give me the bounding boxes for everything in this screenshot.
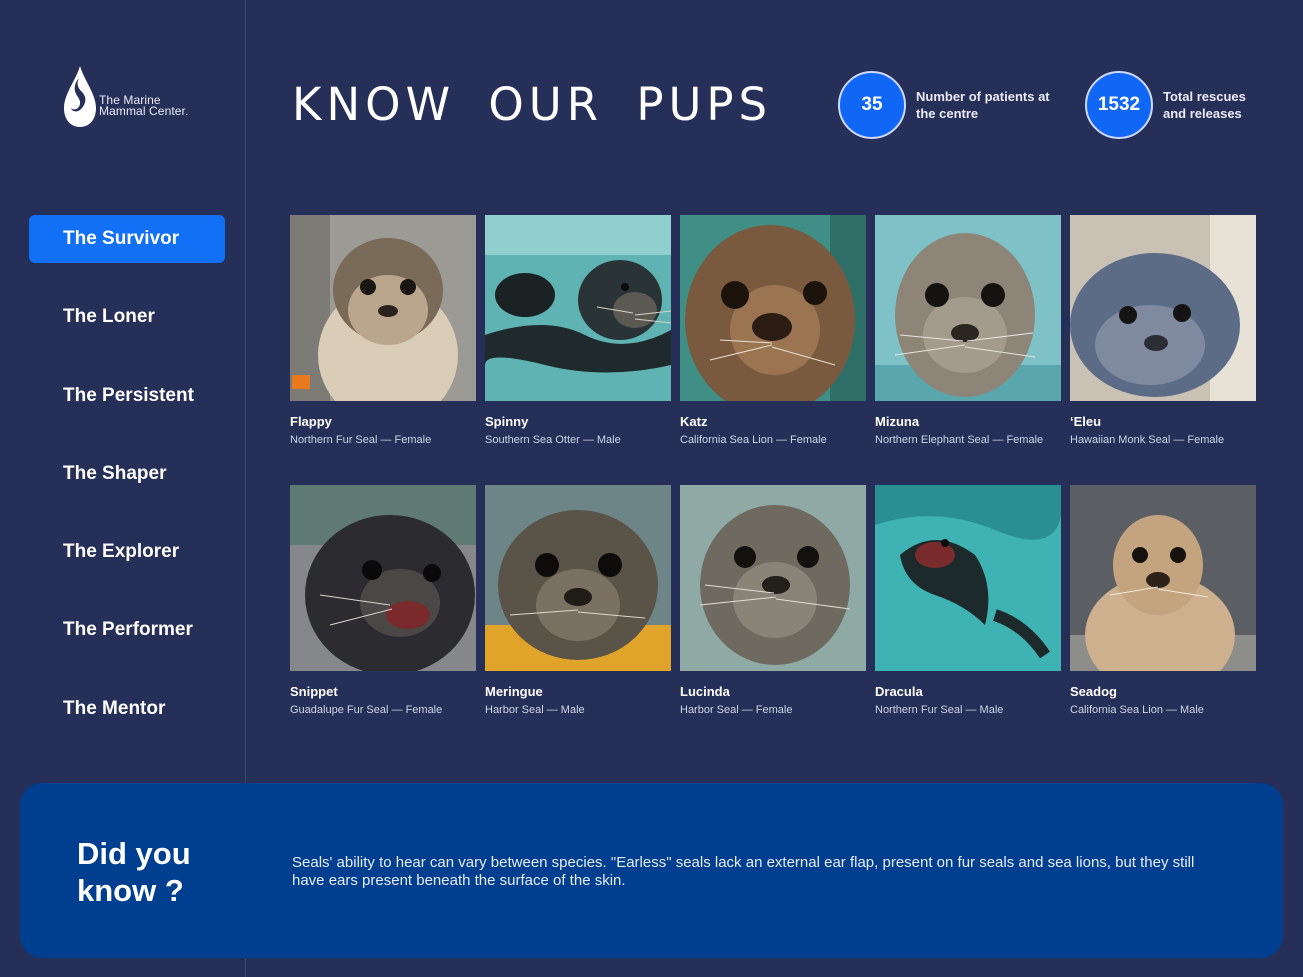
- pup-name: Snippet: [290, 684, 338, 699]
- pup-name: ‘Eleu: [1070, 414, 1102, 429]
- did-you-know-title: Did you know ?: [77, 836, 191, 908]
- pup-card-katz[interactable]: Katz California Sea Lion — Female: [680, 215, 866, 446]
- nav-item-the-loner[interactable]: The Loner: [29, 293, 225, 341]
- pup-card-dracula[interactable]: Dracula Northern Fur Seal — Male: [875, 485, 1061, 716]
- pup-photo[interactable]: [485, 485, 671, 671]
- pup-species: Northern Fur Seal — Male: [875, 704, 1004, 716]
- sidebar-nav: The Survivor The Loner The Persistent Th…: [29, 215, 225, 763]
- pup-species: Northern Elephant Seal — Female: [875, 434, 1044, 446]
- pup-card-lucinda[interactable]: Lucinda Harbor Seal — Female: [680, 485, 866, 716]
- pup-species: Hawaiian Monk Seal — Female: [1070, 434, 1225, 446]
- stat-patients: 35 Number of patients at the centre: [838, 70, 1051, 140]
- pup-name: Seadog: [1070, 684, 1117, 699]
- nav-item-the-performer[interactable]: The Performer: [29, 606, 225, 654]
- stat-rescues: 1532 Total rescues and releases: [1085, 70, 1263, 140]
- did-you-know-text: Seals' ability to hear can vary between …: [292, 854, 1195, 889]
- stat-patients-value: 35: [838, 71, 906, 139]
- pup-photo[interactable]: [290, 215, 476, 401]
- pup-name: Flappy: [290, 414, 332, 429]
- pup-card-spinny[interactable]: Spinny Southern Sea Otter — Male: [485, 215, 671, 446]
- pup-photo[interactable]: [290, 485, 476, 671]
- pup-card-meringue[interactable]: Meringue Harbor Seal — Male: [485, 485, 671, 716]
- logo-line-2: Mammal Center.: [99, 104, 189, 118]
- stat-patients-label: Number of patients at the centre: [916, 89, 1050, 121]
- stat-rescues-value: 1532: [1085, 71, 1153, 139]
- pup-species: Southern Sea Otter — Male: [485, 434, 621, 446]
- pup-photo[interactable]: [1070, 215, 1256, 401]
- page-title: KNOW OUR PUPS: [292, 78, 773, 131]
- pup-photo[interactable]: [875, 485, 1061, 671]
- nav-item-the-shaper[interactable]: The Shaper: [29, 450, 225, 498]
- nav-item-the-explorer[interactable]: The Explorer: [29, 528, 225, 576]
- nav-item-the-persistent[interactable]: The Persistent: [29, 372, 225, 420]
- pup-photo[interactable]: [875, 215, 1061, 401]
- pup-species: Northern Fur Seal — Female: [290, 434, 432, 446]
- did-you-know-panel: Did you know ? Seals' ability to hear ca…: [20, 783, 1283, 958]
- pup-card-snippet[interactable]: Snippet Guadalupe Fur Seal — Female: [290, 485, 476, 716]
- pup-name: Dracula: [875, 684, 923, 699]
- logo-wordmark: The Marine Mammal Center.: [99, 94, 189, 118]
- water-drop-logo-icon: [64, 66, 96, 127]
- nav-item-the-mentor[interactable]: The Mentor: [29, 685, 225, 733]
- pup-name: Meringue: [485, 684, 543, 699]
- pup-species: California Sea Lion — Male: [1070, 704, 1204, 716]
- pup-species: Harbor Seal — Female: [680, 704, 793, 716]
- nav-item-the-survivor[interactable]: The Survivor: [29, 215, 225, 263]
- stat-rescues-label: Total rescues and releases: [1163, 89, 1246, 121]
- pup-photo[interactable]: [680, 215, 866, 401]
- pup-name: Mizuna: [875, 414, 920, 429]
- logo[interactable]: The Marine Mammal Center.: [62, 64, 212, 130]
- pup-photo[interactable]: [680, 485, 866, 671]
- pup-name: Spinny: [485, 414, 529, 429]
- pup-photo[interactable]: [485, 215, 671, 401]
- pup-name: Lucinda: [680, 684, 730, 699]
- pup-card-mizuna[interactable]: Mizuna Northern Elephant Seal — Female: [875, 215, 1061, 446]
- pup-card-eleu[interactable]: ‘Eleu Hawaiian Monk Seal — Female: [1070, 215, 1256, 446]
- pup-card-seadog[interactable]: Seadog California Sea Lion — Male: [1070, 485, 1256, 716]
- pup-species: Guadalupe Fur Seal — Female: [290, 704, 443, 716]
- pup-name: Katz: [680, 414, 708, 429]
- pup-species: California Sea Lion — Female: [680, 434, 827, 446]
- pup-species: Harbor Seal — Male: [485, 704, 585, 716]
- pup-card-flappy[interactable]: Flappy Northern Fur Seal — Female: [290, 215, 476, 446]
- pup-photo[interactable]: [1070, 485, 1256, 671]
